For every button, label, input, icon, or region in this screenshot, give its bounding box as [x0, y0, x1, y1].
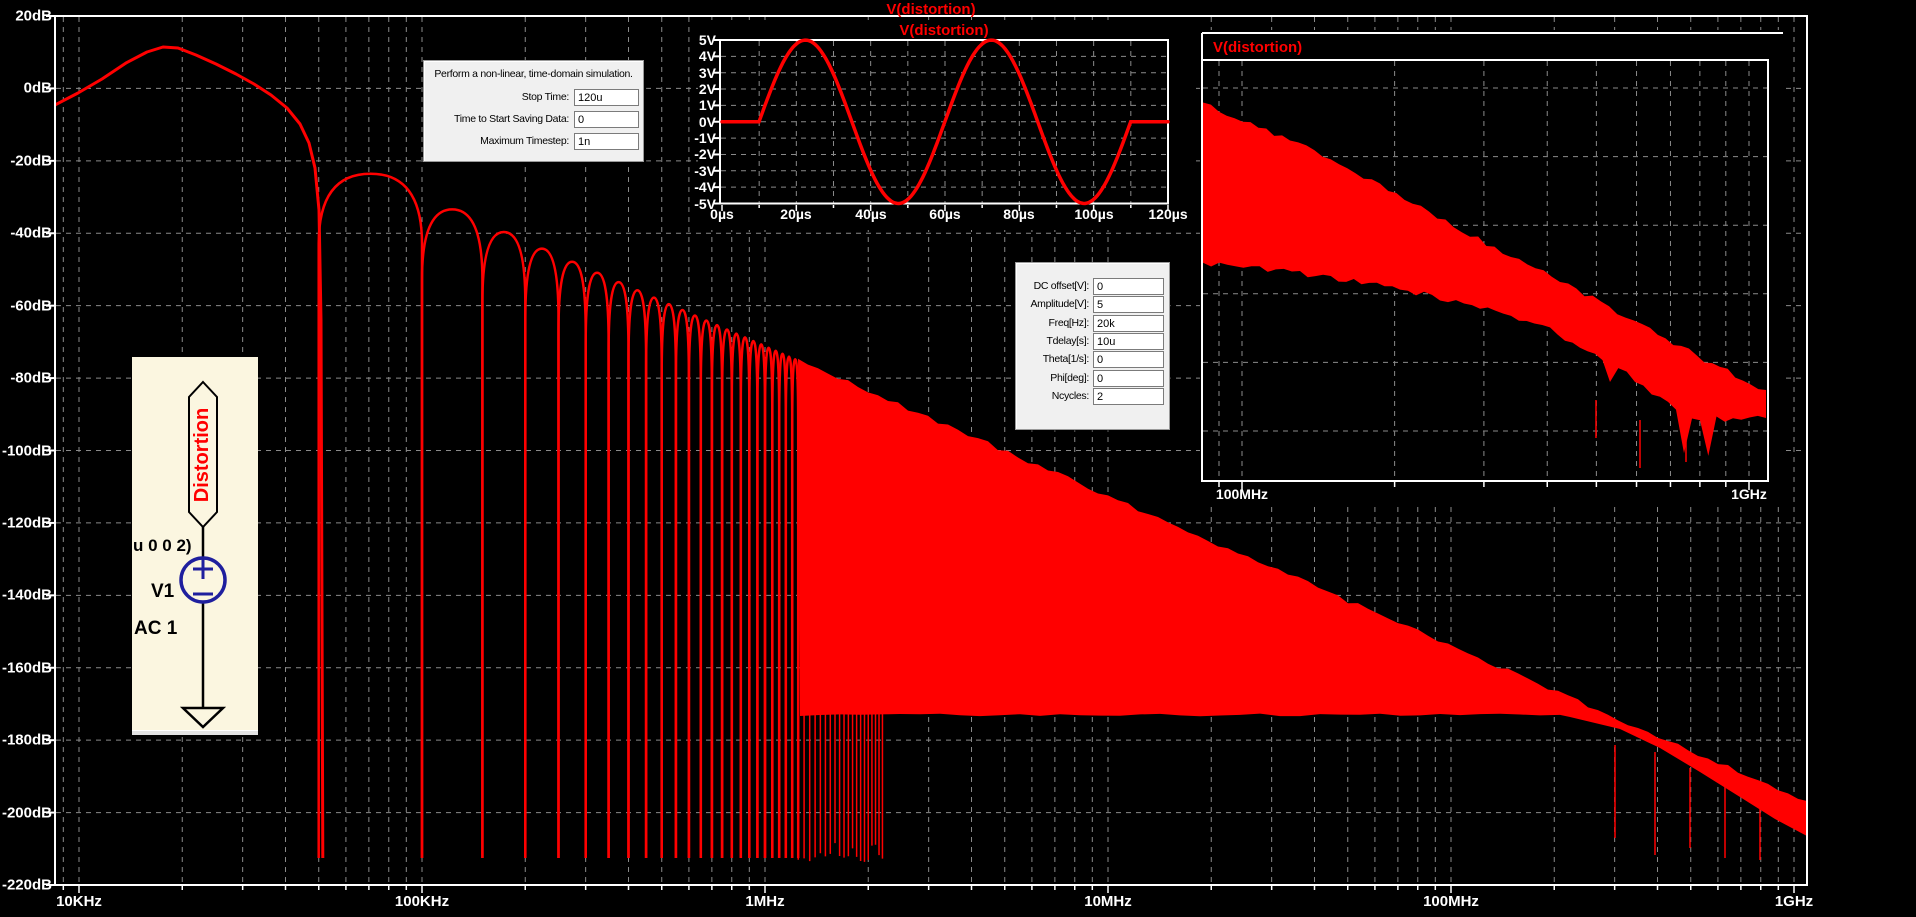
- freq-input[interactable]: 20k: [1093, 315, 1164, 332]
- y-axis-tick-label: -140dB: [2, 587, 52, 604]
- y-axis-tick-label: 0dB: [24, 80, 52, 97]
- y-axis-tick-label: -100dB: [2, 443, 52, 460]
- y-axis-tick-label: -20dB: [10, 153, 52, 170]
- theta-input[interactable]: 0: [1093, 351, 1164, 368]
- x-axis-tick-label: 100MHz: [1423, 893, 1479, 910]
- amplitude-input[interactable]: 5: [1093, 296, 1164, 313]
- x-axis-tick-label: 10KHz: [56, 893, 102, 910]
- x-axis-tick-label: 10MHz: [1084, 893, 1132, 910]
- field-label: Maximum Timestep:: [424, 133, 569, 150]
- field-label: Theta[1/s]:: [1016, 351, 1089, 368]
- y-axis-tick-label: -220dB: [2, 877, 52, 894]
- spice-directive-text[interactable]: u 0 0 2): [133, 536, 192, 556]
- field-label: Amplitude[V]:: [1016, 296, 1089, 313]
- freq-zoom-inset[interactable]: [1200, 30, 1785, 507]
- field-label: Freq[Hz]:: [1016, 315, 1089, 332]
- y-axis-tick-label: -200dB: [2, 805, 52, 822]
- dialog-field-row: Maximum Timestep: 1n: [424, 133, 643, 150]
- plots-canvas: [0, 0, 1916, 917]
- dialog-field-row: Phi[deg]: 0: [1016, 370, 1169, 387]
- time-x-tick-label: 20µs: [780, 206, 811, 222]
- ac-spec-text[interactable]: AC 1: [134, 618, 177, 640]
- dialog-field-row: Ncycles: 2: [1016, 388, 1169, 405]
- x-axis-tick-label: 1MHz: [745, 893, 784, 910]
- time-x-tick-label: 40µs: [855, 206, 886, 222]
- time-y-tick-label: -2V: [694, 146, 716, 162]
- transient-settings-dialog[interactable]: Perform a non-linear, time-domain simula…: [423, 60, 644, 162]
- time-x-tick-label: 100µs: [1074, 206, 1113, 222]
- field-label: Time to Start Saving Data:: [424, 111, 569, 128]
- phi-input[interactable]: 0: [1093, 370, 1164, 387]
- time-y-tick-label: 5V: [699, 32, 716, 48]
- x-axis-tick-label: 1GHz: [1775, 893, 1813, 910]
- y-axis-tick-label: -120dB: [2, 515, 52, 532]
- ncycles-input[interactable]: 2: [1093, 388, 1164, 405]
- time-inset-title: V(distortion): [720, 22, 1168, 39]
- dialog-field-row: Time to Start Saving Data: 0: [424, 111, 643, 128]
- time-x-tick-label: 120µs: [1148, 206, 1187, 222]
- time-x-tick-label: 0µs: [710, 206, 734, 222]
- time-x-tick-label: 80µs: [1003, 206, 1034, 222]
- time-y-tick-label: -4V: [694, 179, 716, 195]
- time-y-tick-label: 0V: [699, 114, 716, 130]
- y-axis-tick-label: -80dB: [10, 370, 52, 387]
- net-label-text[interactable]: Distortion: [191, 395, 215, 515]
- time-y-tick-label: 3V: [699, 65, 716, 81]
- dialog-field-row: Tdelay[s]: 10u: [1016, 333, 1169, 350]
- time-x-tick-label: 60µs: [929, 206, 960, 222]
- field-label: Phi[deg]:: [1016, 370, 1089, 387]
- time-domain-inset[interactable]: [698, 20, 1192, 230]
- freq-x-tick-label: 100MHz: [1216, 486, 1268, 502]
- y-axis-tick-label: -40dB: [10, 225, 52, 242]
- y-axis-tick-label: 20dB: [15, 8, 52, 25]
- dialog-field-row: Theta[1/s]: 0: [1016, 351, 1169, 368]
- dialog-title: Perform a non-linear, time-domain simula…: [424, 68, 643, 80]
- y-axis-tick-label: -60dB: [10, 298, 52, 315]
- time-y-tick-label: -3V: [694, 163, 716, 179]
- time-y-tick-label: 4V: [699, 48, 716, 64]
- start-saving-input[interactable]: 0: [574, 111, 639, 128]
- panel-bottom-edge: [132, 730, 258, 735]
- field-label: Stop Time:: [424, 89, 569, 106]
- y-axis-tick-label: -160dB: [2, 660, 52, 677]
- schematic-panel[interactable]: Distortion u 0 0 2) V1 AC 1: [132, 357, 258, 735]
- x-axis-tick-label: 100KHz: [395, 893, 449, 910]
- field-label: DC offset[V]:: [1016, 278, 1089, 295]
- main-plot-title: V(distortion): [55, 1, 1807, 18]
- ltspice-window: V(distortion) 20dB 0dB -20dB -40dB -60dB…: [0, 0, 1916, 917]
- dc-offset-input[interactable]: 0: [1093, 278, 1164, 295]
- time-y-tick-label: 1V: [699, 97, 716, 113]
- y-axis-tick-label: -180dB: [2, 732, 52, 749]
- stop-time-input[interactable]: 120u: [574, 89, 639, 106]
- voltage-source-symbol[interactable]: [181, 558, 225, 602]
- field-label: Ncycles:: [1016, 388, 1089, 405]
- sine-source-dialog[interactable]: DC offset[V]: 0 Amplitude[V]: 5 Freq[Hz]…: [1015, 262, 1170, 430]
- dialog-field-row: Amplitude[V]: 5: [1016, 296, 1169, 313]
- dialog-field-row: Freq[Hz]: 20k: [1016, 315, 1169, 332]
- field-label: Tdelay[s]:: [1016, 333, 1089, 350]
- tdelay-input[interactable]: 10u: [1093, 333, 1164, 350]
- max-timestep-input[interactable]: 1n: [574, 133, 639, 150]
- ground-symbol[interactable]: [183, 708, 223, 727]
- designator-text[interactable]: V1: [151, 581, 174, 603]
- time-y-tick-label: -1V: [694, 130, 716, 146]
- dialog-field-row: Stop Time: 120u: [424, 89, 643, 106]
- freq-x-tick-label: 1GHz: [1731, 486, 1767, 502]
- time-y-tick-label: 2V: [699, 81, 716, 97]
- dialog-field-row: DC offset[V]: 0: [1016, 278, 1169, 295]
- freq-inset-title: V(distortion): [1213, 39, 1302, 56]
